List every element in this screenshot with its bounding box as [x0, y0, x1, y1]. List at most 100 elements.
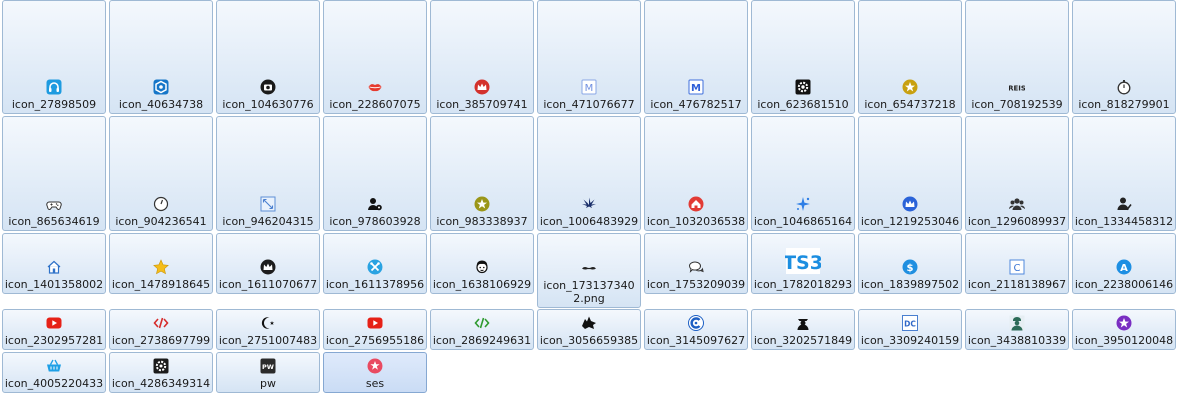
icon-file-label: pw	[260, 377, 276, 390]
youtube-icon	[46, 315, 62, 331]
icon-file-label: icon_385709741	[436, 98, 528, 111]
icon-tile[interactable]: Micon_476782517	[644, 0, 748, 114]
hexagon-logo-icon	[153, 79, 169, 95]
code-red-icon	[153, 315, 169, 331]
icon-tile[interactable]: icon_1006483929	[537, 116, 641, 231]
icon-tile[interactable]: $ icon_1839897502	[858, 233, 962, 294]
icon-tile[interactable]: icon_385709741	[430, 0, 534, 114]
dollar-circle-icon: $	[902, 259, 918, 275]
reis-text-icon: REIS	[1009, 79, 1025, 95]
icon-tile[interactable]: icon_40634738	[109, 0, 213, 114]
icon-tile[interactable]: icon_2738697799	[109, 309, 213, 350]
icon-tile[interactable]: icon_3950120048	[1072, 309, 1176, 350]
icon-tile[interactable]: icon_865634619	[2, 116, 106, 231]
icon-tile[interactable]: icon_1611378956	[323, 233, 427, 294]
star-gold-circle-icon	[902, 79, 918, 95]
icon-tile[interactable]: icon_1731373402.png	[537, 233, 641, 308]
icon-tile[interactable]: icon_654737218	[858, 0, 962, 114]
icon-tile[interactable]: icon_1753209039	[644, 233, 748, 294]
icon-tile[interactable]: icon_2302957281	[2, 309, 106, 350]
user-check-icon	[1116, 196, 1132, 212]
icon-tile[interactable]: icon_1478918645	[109, 233, 213, 294]
icon-tile[interactable]: icon_3202571849	[751, 309, 855, 350]
icon-tile[interactable]: REIS icon_708192539	[965, 0, 1069, 114]
icon-file-label: icon_904236541	[115, 215, 207, 228]
icon-tile[interactable]: icon_228607075	[323, 0, 427, 114]
star-yellow-icon	[153, 259, 169, 275]
icon-tile[interactable]: icon_2751007483	[216, 309, 320, 350]
star-olive-circle-icon	[474, 196, 490, 212]
svg-text:$: $	[907, 263, 914, 274]
svg-text:M: M	[691, 83, 701, 94]
c-logo-circle-icon	[688, 315, 704, 331]
icon-file-label: icon_1731373402.png	[543, 279, 635, 305]
icon-tile[interactable]: icon_27898509	[2, 0, 106, 114]
ts3-logo-text: TS3	[785, 252, 821, 274]
icon-tile[interactable]: icon_3145097627	[644, 309, 748, 350]
icon-file-label: icon_2751007483	[218, 334, 318, 347]
icon-tile[interactable]: icon_1032036538	[644, 116, 748, 231]
icon-tile[interactable]: icon_623681510	[751, 0, 855, 114]
icon-tile[interactable]: icon_1046865164	[751, 116, 855, 231]
icon-tile[interactable]: icon_904236541	[109, 116, 213, 231]
icon-tile[interactable]: PW pw	[216, 352, 320, 393]
icon-file-label: icon_2118138967	[967, 278, 1067, 291]
icon-file-label: icon_3950120048	[1074, 334, 1174, 347]
sparkle-icon	[795, 196, 811, 212]
icon-file-label: icon_2756955186	[325, 334, 425, 347]
clock-outline-icon	[153, 196, 169, 212]
icon-file-label: icon_471076677	[543, 98, 635, 111]
icon-tile[interactable]: icon_1638106929	[430, 233, 534, 294]
icon-file-label: icon_1401358002	[4, 278, 104, 291]
icon-tile[interactable]: Aicon_2238006146	[1072, 233, 1176, 294]
icon-tile[interactable]: TS3 icon_1782018293	[751, 233, 855, 294]
svg-text:M: M	[585, 83, 594, 94]
icon-tile[interactable]: icon_978603928	[323, 116, 427, 231]
icon-grid: icon_27898509 icon_40634738 icon_104630776…	[0, 0, 1183, 417]
mustache-icon	[581, 260, 597, 276]
icon-file-label: icon_983338937	[436, 215, 528, 228]
pw-logo-text: PW	[262, 363, 274, 371]
icon-file-label: icon_1006483929	[539, 215, 639, 228]
icon-file-label: icon_978603928	[329, 215, 421, 228]
icon-file-label: icon_1611378956	[325, 278, 425, 291]
icon-tile[interactable]: icon_4286349314	[109, 352, 213, 393]
icon-tile[interactable]: icon_2869249631	[430, 309, 534, 350]
icon-file-label: icon_818279901	[1078, 98, 1170, 111]
icon-tile[interactable]: icon_1611070677	[216, 233, 320, 294]
icon-tile[interactable]: icon_1296089937	[965, 116, 1069, 231]
icon-tile[interactable]: Cicon_2118138967	[965, 233, 1069, 294]
icon-file-label: icon_2869249631	[432, 334, 532, 347]
basket-icon	[46, 358, 62, 374]
icon-tile[interactable]: icon_1334458312	[1072, 116, 1176, 231]
icon-tile[interactable]: icon_1401358002	[2, 233, 106, 294]
face-avatar-icon	[474, 259, 490, 275]
icon-file-label: icon_2302957281	[4, 334, 104, 347]
icon-tile[interactable]: icon_3438810339	[965, 309, 1069, 350]
icon-tile[interactable]: icon_4005220433	[2, 352, 106, 393]
icon-tile[interactable]: icon_946204315	[216, 116, 320, 231]
svg-text:DC: DC	[904, 320, 916, 329]
icon-tile[interactable]: icon_104630776	[216, 0, 320, 114]
ses-logo-icon	[367, 358, 383, 374]
tools-circle-icon	[367, 259, 383, 275]
pw-logo-icon: PW	[260, 358, 276, 374]
icon-file-label: icon_2238006146	[1074, 278, 1174, 291]
icon-tile[interactable]: icon_2756955186	[323, 309, 427, 350]
crown-black-circle-icon	[260, 259, 276, 275]
camera-circle-icon	[260, 79, 276, 95]
youtube-icon	[367, 315, 383, 331]
icon-file-label: icon_3202571849	[753, 334, 853, 347]
icon-tile[interactable]: Micon_471076677	[537, 0, 641, 114]
letter-c-text: C	[1014, 263, 1021, 274]
icon-tile[interactable]: icon_3056659385	[537, 309, 641, 350]
icon-tile[interactable]: icon_1219253046	[858, 116, 962, 231]
icon-tile[interactable]: icon_983338937	[430, 116, 534, 231]
icon-file-label: icon_1782018293	[753, 278, 853, 291]
icon-file-label: icon_476782517	[650, 98, 742, 111]
icon-tile[interactable]: ses	[323, 352, 427, 393]
icon-tile[interactable]: DC icon_3309240159	[858, 309, 962, 350]
icon-tile[interactable]: icon_818279901	[1072, 0, 1176, 114]
expand-arrows-icon	[260, 196, 276, 212]
star-purple-circle-icon	[1116, 315, 1132, 331]
